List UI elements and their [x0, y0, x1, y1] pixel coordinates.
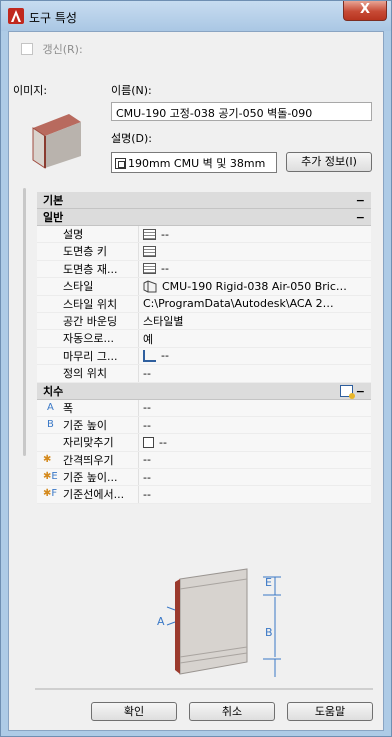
property-value: -- [161, 262, 169, 276]
property-row-width[interactable]: A 폭 -- [37, 399, 371, 417]
property-value: -- [159, 435, 167, 449]
property-name: 도면층 재... [61, 260, 139, 278]
autocad-a-icon [8, 8, 24, 24]
property-value: 스타일별 [143, 315, 184, 329]
property-row-offset[interactable]: ✱ 간격띄우기 -- [37, 451, 371, 470]
description-value: 190mm CMU 벽 및 38mm [128, 157, 266, 170]
property-name: 도면층 키 [61, 243, 139, 260]
properties-scrollbar[interactable] [23, 188, 26, 456]
property-name: 폭 [61, 399, 139, 416]
close-icon: X [359, 2, 371, 17]
property-row-base-height[interactable]: B 기준 높이 -- [37, 416, 371, 435]
checkbox-icon[interactable] [143, 436, 154, 448]
help-button[interactable]: 도움말 [287, 702, 373, 721]
update-checkbox[interactable] [21, 43, 33, 55]
more-info-button[interactable]: 추가 정보(I) [286, 152, 372, 172]
property-value: C:\ProgramData\Autodesk\ACA 2… [143, 297, 334, 311]
property-row-auto[interactable]: 자동으로... 예 [37, 330, 371, 348]
asterisk-icon: ✱E [43, 471, 58, 483]
property-row-layer-key[interactable]: 도면층 키 [37, 243, 371, 261]
property-value: -- [143, 453, 151, 467]
update-label: 갱신(R): [42, 43, 83, 56]
property-name: 간격띄우기 [61, 451, 139, 469]
description-edit-icon[interactable] [115, 158, 126, 169]
quick-select-icon[interactable] [340, 384, 355, 399]
endcap-icon[interactable] [143, 349, 156, 362]
title-bar[interactable]: 도구 특성 X [1, 1, 391, 31]
property-value: -- [143, 488, 151, 502]
collapse-icon[interactable]: − [356, 192, 365, 209]
close-button[interactable]: X [343, 1, 387, 21]
property-name: 스타일 [61, 278, 139, 295]
property-row-style[interactable]: 스타일 CMU-190 Rigid-038 Air-050 Bric… [37, 278, 371, 296]
figure-label-e: E [265, 576, 272, 589]
figure-label-a: A [157, 615, 165, 628]
asterisk-icon: ✱ [43, 453, 52, 465]
category-dimensions-title: 치수 [43, 384, 64, 398]
property-name: 정의 위치 [61, 365, 139, 382]
dialog-body: 갱신(R): 이미지: 이름(N): CMU-190 고정-038 공기-050… [8, 31, 384, 731]
property-name: 자동으로... [61, 330, 139, 347]
figure-label-b: B [265, 626, 273, 639]
table-icon[interactable] [143, 246, 156, 258]
property-row-justify[interactable]: 자리맞추기 -- [37, 434, 371, 452]
category-basic-title: 기본 [43, 194, 64, 207]
category-general-title: 일반 [43, 211, 64, 224]
property-row-description[interactable]: 설명 -- [37, 226, 371, 244]
dimension-letter-f: F [51, 488, 58, 500]
property-row-definition-location[interactable]: 정의 위치 -- [37, 365, 371, 383]
property-row-baseline-offset[interactable]: ✱F 기준선에서... -- [37, 486, 371, 504]
collapse-icon[interactable]: − [356, 209, 365, 226]
description-label: 설명(D): [111, 132, 152, 145]
dimension-letter-e: E [51, 471, 58, 483]
property-value: -- [161, 227, 169, 241]
category-basic[interactable]: 기본 − [37, 192, 371, 209]
table-icon[interactable] [143, 263, 156, 275]
image-label: 이미지: [13, 84, 48, 97]
property-row-endcap[interactable]: 마무리 그... -- [37, 347, 371, 366]
update-row: 갱신(R): [21, 41, 83, 57]
property-name: 설명 [61, 226, 139, 243]
property-name: 자리맞추기 [61, 434, 139, 451]
category-dimensions[interactable]: 치수 − [37, 382, 371, 400]
property-value: CMU-190 Rigid-038 Air-050 Bric… [162, 279, 347, 293]
property-name: 마무리 그... [61, 347, 139, 365]
category-general[interactable]: 일반 − [37, 209, 371, 226]
property-row-space-bounding[interactable]: 공간 바운딩 스타일별 [37, 312, 371, 331]
property-row-top-offset[interactable]: ✱E 기준 높이... -- [37, 469, 371, 487]
property-value: -- [143, 401, 151, 415]
tool-properties-dialog: 도구 특성 X 갱신(R): 이미지: 이름(N): CMU-190 고정-03… [0, 0, 392, 737]
property-name: 기준 높이... [61, 469, 139, 486]
tool-image-thumbnail[interactable] [25, 110, 85, 170]
dimension-letter-b: B [47, 418, 54, 430]
property-name: 스타일 위치 [61, 295, 139, 312]
collapse-icon[interactable]: − [356, 383, 365, 400]
name-field[interactable]: CMU-190 고정-038 공기-050 벽돌-090 [111, 102, 372, 121]
property-name: 공간 바운딩 [61, 312, 139, 330]
property-row-style-location[interactable]: 스타일 위치 C:\ProgramData\Autodesk\ACA 2… [37, 295, 371, 313]
wall-style-icon [143, 280, 157, 293]
name-label: 이름(N): [111, 84, 152, 97]
table-icon[interactable] [143, 228, 156, 240]
dimension-letter-a: A [47, 401, 54, 413]
property-value: 예 [143, 332, 154, 346]
property-name: 기준 높이 [61, 416, 139, 434]
property-value: -- [143, 470, 151, 484]
property-value: -- [143, 366, 151, 380]
properties-grid: 기본 − 일반 − 설명 -- 도면층 키 도면층 재... -- 스타일 CM… [37, 192, 371, 504]
property-row-layer-override[interactable]: 도면층 재... -- [37, 260, 371, 279]
property-value: -- [161, 349, 169, 363]
property-name: 기준선에서... [61, 486, 139, 503]
description-field[interactable]: 190mm CMU 벽 및 38mm [111, 152, 277, 173]
property-value: -- [143, 418, 151, 432]
ok-button[interactable]: 확인 [91, 702, 177, 721]
asterisk-icon: ✱F [43, 488, 58, 500]
divider [35, 688, 373, 690]
wall-dimension-diagram: A E B F [157, 568, 281, 677]
cancel-button[interactable]: 취소 [189, 702, 275, 721]
window-title: 도구 특성 [29, 11, 77, 25]
